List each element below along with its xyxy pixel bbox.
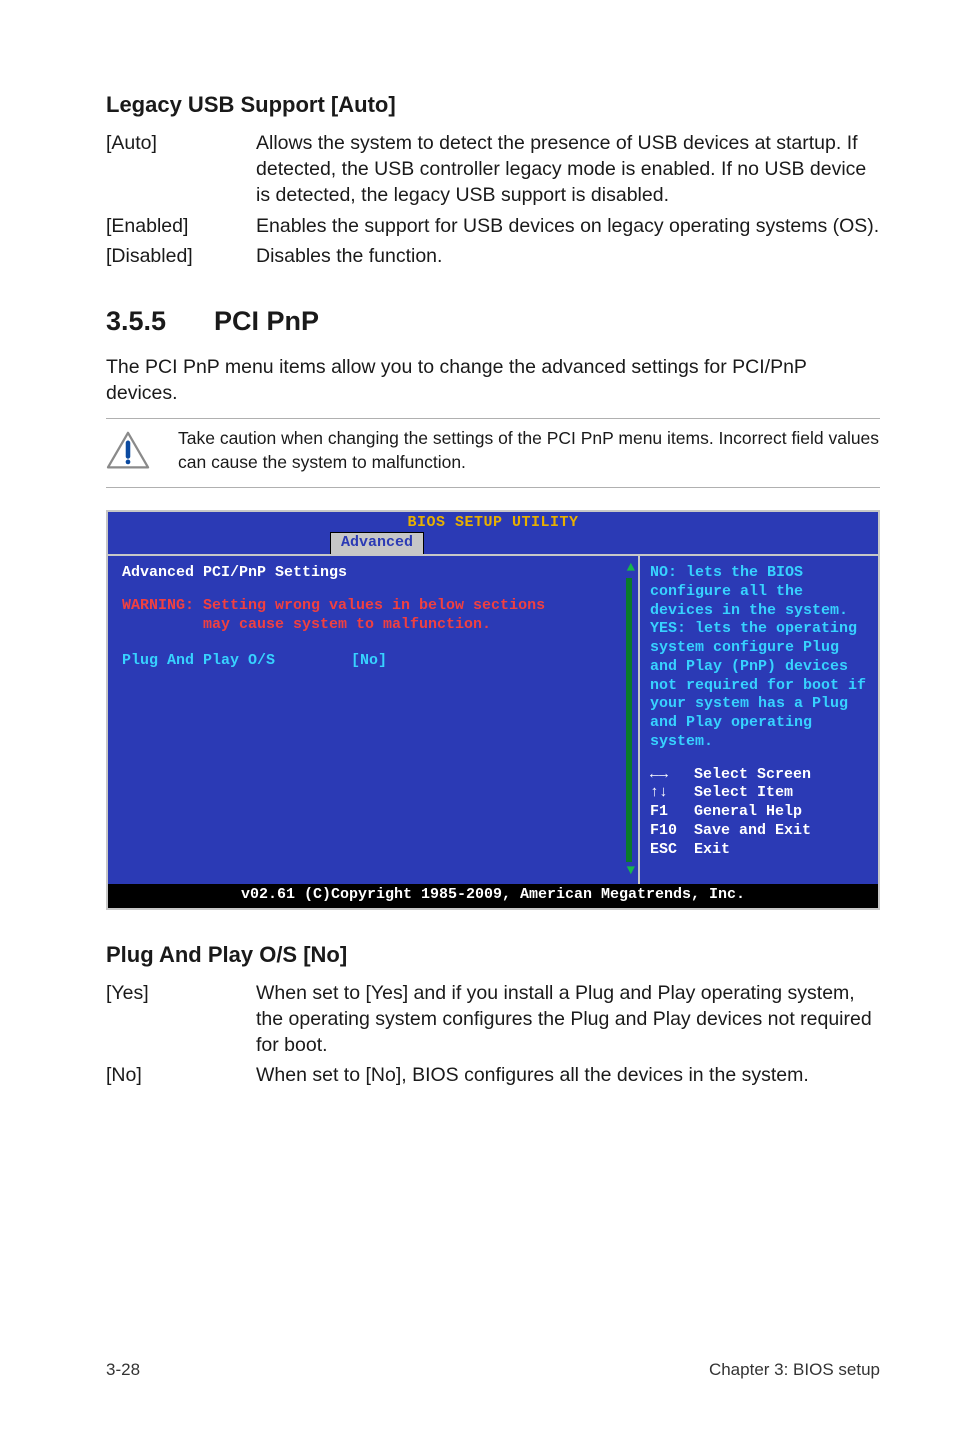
def-desc: When set to [Yes] and if you install a P… bbox=[256, 980, 880, 1059]
bios-left-heading: Advanced PCI/PnP Settings bbox=[122, 564, 624, 583]
section-heading: 3.5.5PCI PnP bbox=[106, 303, 880, 339]
legacy-def-list: [Auto] Allows the system to detect the p… bbox=[106, 130, 880, 270]
nav-label: Select Item bbox=[694, 784, 793, 803]
nav-label: General Help bbox=[694, 803, 802, 822]
plug-def-list: [Yes] When set to [Yes] and if you insta… bbox=[106, 980, 880, 1089]
caution-text: Take caution when changing the settings … bbox=[178, 427, 880, 474]
bios-left-pane: ▲ Advanced PCI/PnP Settings WARNING: Set… bbox=[108, 556, 640, 884]
bios-tab-advanced: Advanced bbox=[330, 532, 424, 554]
section-title: PCI PnP bbox=[214, 306, 319, 336]
nav-key: ESC bbox=[650, 841, 694, 860]
def-desc: Disables the function. bbox=[256, 243, 880, 269]
nav-row: F10Save and Exit bbox=[650, 822, 868, 841]
scroll-track bbox=[626, 578, 632, 862]
nav-label: Exit bbox=[694, 841, 730, 860]
def-row: [Disabled] Disables the function. bbox=[106, 243, 880, 269]
chapter-label: Chapter 3: BIOS setup bbox=[709, 1359, 880, 1382]
def-desc: Enables the support for USB devices on l… bbox=[256, 213, 880, 239]
bios-screenshot: BIOS SETUP UTILITY Advanced ▲ Advanced P… bbox=[106, 510, 880, 910]
bios-copyright: v02.61 (C)Copyright 1985-2009, American … bbox=[108, 884, 878, 908]
bios-titlebar: BIOS SETUP UTILITY Advanced bbox=[108, 512, 878, 555]
bios-nav-block: ←→Select Screen ↑↓Select Item F1General … bbox=[650, 766, 868, 860]
def-desc: Allows the system to detect the presence… bbox=[256, 130, 880, 209]
bios-setting-row: Plug And Play O/S [No] bbox=[122, 652, 624, 671]
nav-key: F1 bbox=[650, 803, 694, 822]
page-number: 3-28 bbox=[106, 1359, 140, 1382]
legacy-usb-heading: Legacy USB Support [Auto] bbox=[106, 90, 880, 120]
section-intro: The PCI PnP menu items allow you to chan… bbox=[106, 354, 880, 407]
def-row: [No] When set to [No], BIOS configures a… bbox=[106, 1062, 880, 1088]
nav-row: F1General Help bbox=[650, 803, 868, 822]
page-footer: 3-28 Chapter 3: BIOS setup bbox=[106, 1359, 880, 1382]
divider bbox=[106, 418, 880, 419]
bios-setting-label: Plug And Play O/S bbox=[122, 652, 275, 671]
def-term: [Disabled] bbox=[106, 243, 256, 269]
def-term: [Auto] bbox=[106, 130, 256, 209]
bios-help-text: NO: lets the BIOS configure all the devi… bbox=[650, 564, 868, 752]
nav-key: ↑↓ bbox=[650, 784, 694, 803]
nav-key: ←→ bbox=[650, 766, 694, 785]
divider bbox=[106, 487, 880, 488]
def-term: [Enabled] bbox=[106, 213, 256, 239]
bios-warning-line2: may cause system to malfunction. bbox=[122, 616, 624, 635]
nav-key: F10 bbox=[650, 822, 694, 841]
bios-setting-value: [No] bbox=[351, 652, 387, 671]
nav-row: ↑↓Select Item bbox=[650, 784, 868, 803]
section-number: 3.5.5 bbox=[106, 303, 214, 339]
caution-note: Take caution when changing the settings … bbox=[106, 427, 880, 474]
nav-row: ESCExit bbox=[650, 841, 868, 860]
bios-title: BIOS SETUP UTILITY bbox=[407, 514, 578, 531]
def-term: [No] bbox=[106, 1062, 256, 1088]
bios-warning-line1: WARNING: Setting wrong values in below s… bbox=[122, 597, 624, 616]
def-term: [Yes] bbox=[106, 980, 256, 1059]
nav-row: ←→Select Screen bbox=[650, 766, 868, 785]
bios-right-pane: NO: lets the BIOS configure all the devi… bbox=[640, 556, 878, 884]
scroll-up-icon: ▲ bbox=[627, 560, 635, 578]
nav-label: Select Screen bbox=[694, 766, 811, 785]
caution-icon bbox=[106, 431, 150, 471]
def-row: [Auto] Allows the system to detect the p… bbox=[106, 130, 880, 209]
scroll-down-icon: ▼ bbox=[627, 863, 635, 881]
def-row: [Yes] When set to [Yes] and if you insta… bbox=[106, 980, 880, 1059]
nav-label: Save and Exit bbox=[694, 822, 811, 841]
plug-heading: Plug And Play O/S [No] bbox=[106, 940, 880, 970]
def-row: [Enabled] Enables the support for USB de… bbox=[106, 213, 880, 239]
def-desc: When set to [No], BIOS configures all th… bbox=[256, 1062, 880, 1088]
